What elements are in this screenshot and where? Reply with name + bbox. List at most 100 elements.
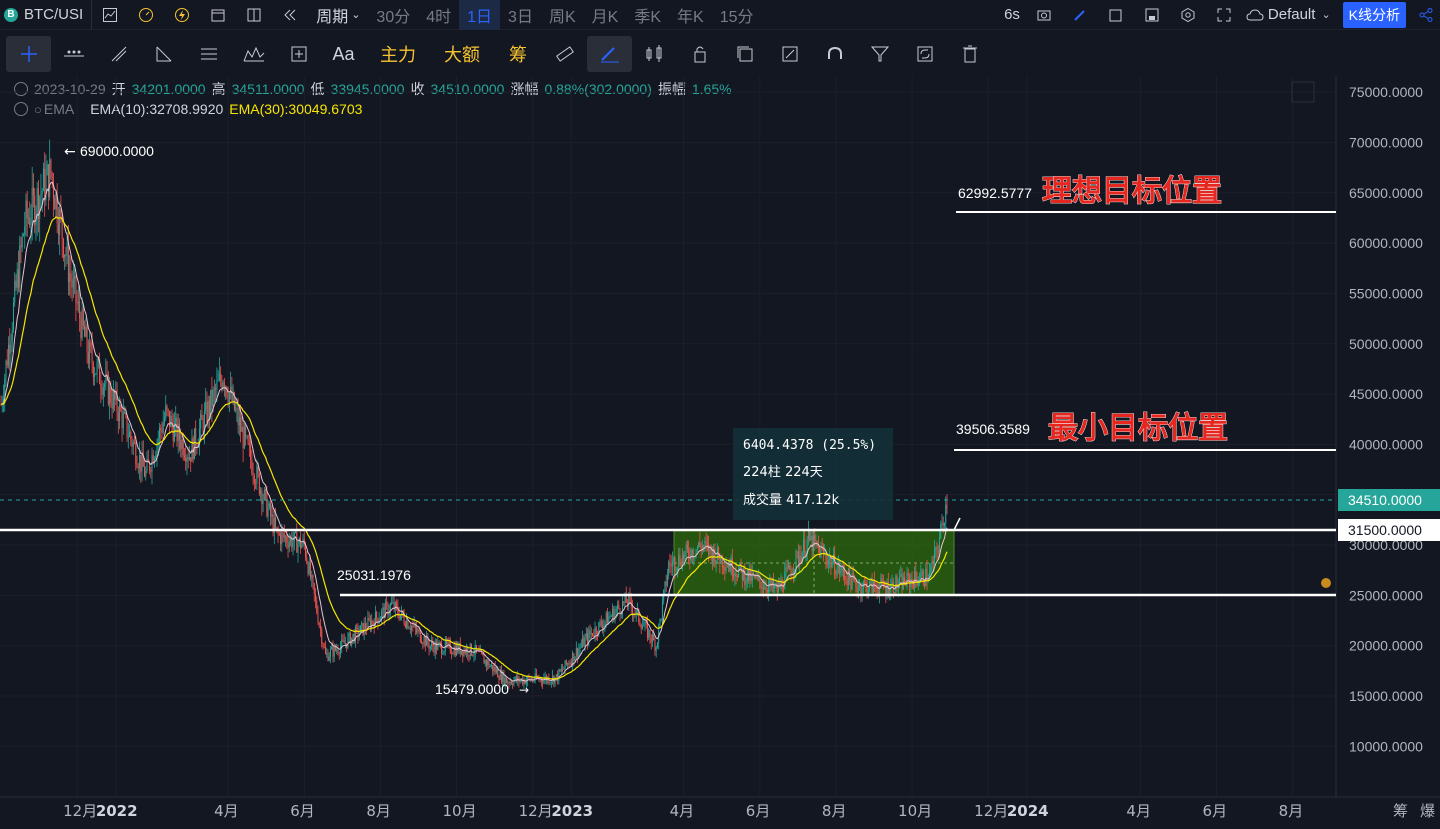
share-icon[interactable] bbox=[1412, 0, 1440, 30]
candle-body bbox=[356, 627, 358, 629]
candle-body bbox=[247, 436, 249, 444]
timeframe-quarter[interactable]: 季K bbox=[626, 0, 669, 30]
candle-body bbox=[683, 554, 685, 559]
calendar-icon[interactable] bbox=[200, 0, 236, 30]
lock-icon[interactable] bbox=[677, 36, 722, 72]
timeframe-week[interactable]: 周K bbox=[541, 0, 584, 30]
text-tool[interactable]: Aa bbox=[321, 36, 366, 72]
pen-icon[interactable] bbox=[1062, 0, 1098, 30]
chart-type-icon[interactable] bbox=[92, 0, 128, 30]
candle-tool-icon[interactable] bbox=[632, 36, 677, 72]
crosshair-icon[interactable] bbox=[6, 36, 51, 72]
candle-body bbox=[115, 390, 117, 400]
sync-icon[interactable] bbox=[902, 36, 947, 72]
indicator-toggle-icon[interactable] bbox=[14, 102, 28, 116]
consolidation-range-box[interactable] bbox=[673, 529, 955, 596]
timeframe-month[interactable]: 月K bbox=[584, 0, 627, 30]
candle-body bbox=[533, 680, 535, 682]
horizontal-line-tool-icon[interactable] bbox=[51, 36, 96, 72]
period-dropdown[interactable]: 周期 ⌄ bbox=[308, 0, 368, 30]
candle-body bbox=[864, 582, 866, 584]
candle-body bbox=[218, 373, 220, 380]
candle-body bbox=[897, 584, 899, 589]
timeframe-15m[interactable]: 15分 bbox=[712, 0, 762, 30]
bell-icon[interactable]: ○ bbox=[34, 102, 42, 117]
candle-body bbox=[739, 562, 741, 569]
timeframe-4h[interactable]: 4时 bbox=[418, 0, 459, 30]
trash-icon[interactable] bbox=[947, 36, 992, 72]
angle-tool-icon[interactable] bbox=[141, 36, 186, 72]
candle-body bbox=[104, 384, 106, 387]
layout-icon[interactable] bbox=[236, 0, 272, 30]
theme-selector[interactable]: Default bbox=[1268, 6, 1322, 23]
candle-body bbox=[633, 613, 635, 615]
candle-body bbox=[24, 226, 26, 235]
chips-axis-label[interactable]: 筹 bbox=[1393, 802, 1408, 820]
candle-body bbox=[797, 552, 799, 563]
magnet-icon[interactable] bbox=[812, 36, 857, 72]
price-axis[interactable]: 10000.0000 15000.0000 20000.0000 25000.0000… bbox=[1349, 84, 1423, 754]
time-axis[interactable]: 12月2022 4月 6月 8月 10月 12月2023 4月 6月 8月 10月 12月2024 4… bbox=[63, 802, 1303, 820]
timeframe-year[interactable]: 年K bbox=[669, 0, 712, 30]
candle-body bbox=[527, 676, 529, 681]
alert-bell-icon[interactable] bbox=[1321, 578, 1331, 588]
candle-body bbox=[651, 635, 653, 643]
theme-chevron-icon[interactable]: ⌄ bbox=[1321, 8, 1336, 21]
indicator-name[interactable]: EMA bbox=[44, 101, 74, 117]
candle-body bbox=[393, 602, 395, 610]
cloud-icon[interactable] bbox=[1242, 0, 1268, 30]
settings-icon[interactable] bbox=[1170, 0, 1206, 30]
candle-body bbox=[844, 571, 846, 579]
rewind-icon[interactable] bbox=[272, 0, 308, 30]
candle-body bbox=[456, 645, 458, 656]
timeframe-30m[interactable]: 30分 bbox=[368, 0, 418, 30]
symbol-selector[interactable]: B BTC/USI bbox=[0, 0, 93, 30]
burst-axis-label[interactable]: 爆 bbox=[1420, 802, 1435, 820]
trend-line-tool-icon[interactable] bbox=[96, 36, 141, 72]
collapse-legend-icon[interactable] bbox=[14, 82, 28, 96]
speed-gauge-icon[interactable] bbox=[128, 0, 164, 30]
candle-body bbox=[80, 318, 82, 339]
ruler-icon[interactable] bbox=[542, 36, 587, 72]
candle-body bbox=[414, 623, 416, 628]
candle-body bbox=[839, 562, 841, 574]
candle-body bbox=[764, 586, 766, 590]
measure-tool-icon[interactable] bbox=[276, 36, 321, 72]
pen-draw-icon[interactable] bbox=[587, 36, 632, 72]
filter-icon[interactable] bbox=[857, 36, 902, 72]
edit-note-icon[interactable] bbox=[767, 36, 812, 72]
large-amount-tool[interactable]: 大额 bbox=[430, 36, 494, 72]
refresh-interval[interactable]: 6s bbox=[998, 6, 1026, 23]
candle-body bbox=[295, 531, 297, 533]
maximize-pane-icon[interactable] bbox=[1291, 81, 1315, 103]
candle-body bbox=[422, 643, 424, 645]
candle-body bbox=[175, 417, 177, 424]
kline-analysis-button[interactable]: K线分析 bbox=[1342, 1, 1406, 28]
candle-body bbox=[241, 426, 243, 432]
candle-body bbox=[76, 302, 78, 304]
fib-tool-icon[interactable] bbox=[186, 36, 231, 72]
popout-icon[interactable] bbox=[1098, 0, 1134, 30]
toolbar-right: 6s Default ⌄ K线分析 bbox=[998, 0, 1440, 30]
candle-body bbox=[515, 676, 517, 682]
candle-body bbox=[572, 652, 574, 665]
candle-body bbox=[671, 560, 673, 567]
candle-body bbox=[865, 582, 867, 584]
copy-icon[interactable] bbox=[722, 36, 767, 72]
timeframe-1d[interactable]: 1日 bbox=[459, 0, 501, 30]
lightning-icon[interactable] bbox=[164, 0, 200, 30]
price-tick-label: 60000.0000 bbox=[1349, 235, 1423, 251]
price-chart[interactable]: 69000.0000 ← 15479.0000 → 25031.1976 629… bbox=[0, 0, 1440, 829]
camera-icon[interactable] bbox=[1026, 0, 1062, 30]
timeframe-3d[interactable]: 3日 bbox=[500, 0, 541, 30]
save-icon[interactable] bbox=[1134, 0, 1170, 30]
ema10-value: EMA(10):32708.9920 bbox=[90, 101, 224, 117]
candle-body bbox=[102, 386, 104, 395]
candle-body bbox=[22, 234, 24, 236]
fullscreen-icon[interactable] bbox=[1206, 0, 1242, 30]
chips-tool[interactable]: 筹 bbox=[494, 36, 542, 72]
time-tick-label: 4月 bbox=[214, 802, 239, 820]
candle-body bbox=[141, 452, 143, 472]
pattern-tool-icon[interactable] bbox=[231, 36, 276, 72]
main-force-tool[interactable]: 主力 bbox=[366, 36, 430, 72]
